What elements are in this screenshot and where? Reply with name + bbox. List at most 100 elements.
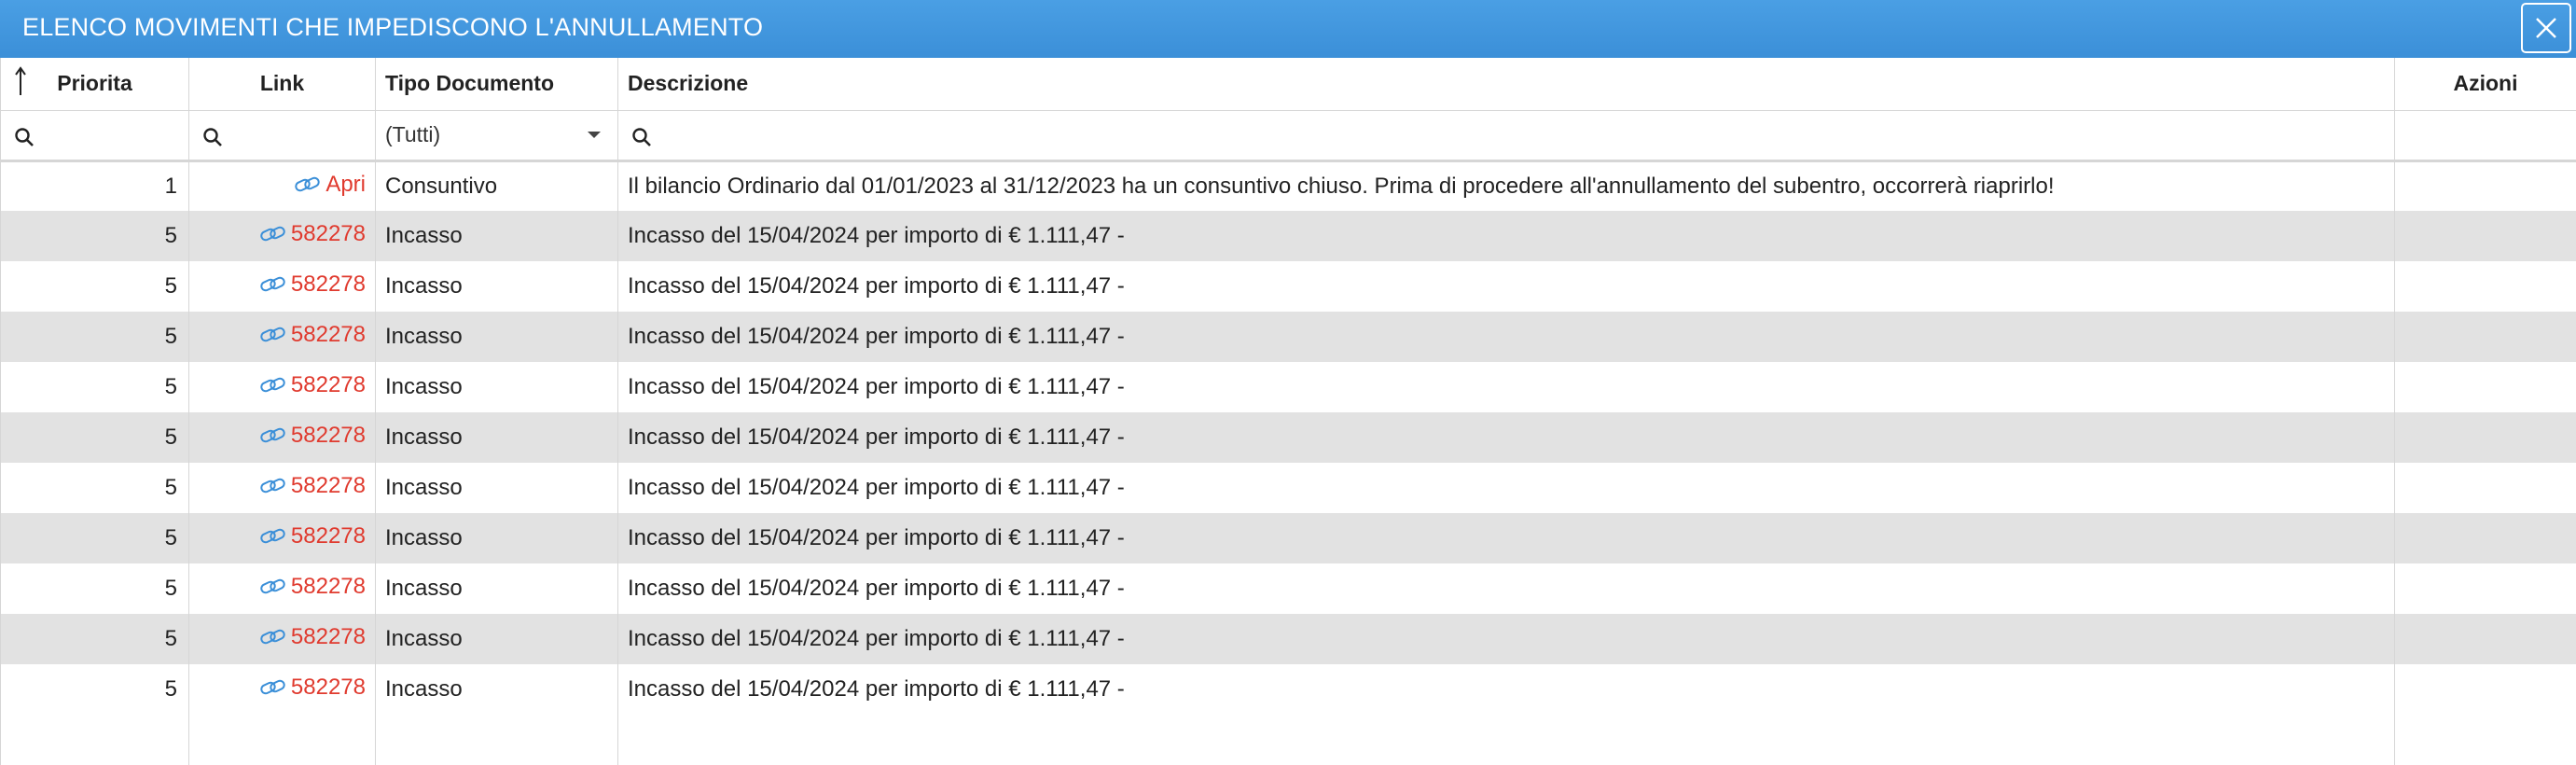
cell-descrizione: Incasso del 15/04/2024 per importo di € … — [618, 513, 2395, 563]
empty-cell — [2395, 715, 2576, 765]
cell-link: 582278 — [189, 664, 376, 715]
movements-grid: Priorita Link Tipo Documento Descrizione… — [0, 58, 2576, 737]
close-button[interactable] — [2521, 3, 2571, 53]
document-link-label[interactable]: 582278 — [291, 322, 366, 348]
cell-link: 582278 — [189, 312, 376, 362]
cell-tipo-documento: Incasso — [376, 362, 618, 412]
document-link[interactable]: 582278 — [259, 423, 366, 449]
link-icon[interactable] — [259, 274, 287, 295]
document-link-label[interactable]: 582278 — [291, 574, 366, 600]
document-link-label[interactable]: Apri — [325, 172, 366, 198]
document-link[interactable]: 582278 — [259, 372, 366, 398]
cell-descrizione: Incasso del 15/04/2024 per importo di € … — [618, 211, 2395, 261]
cell-descrizione: Il bilancio Ordinario dal 01/01/2023 al … — [618, 160, 2395, 211]
table-row[interactable]: 5 582278 Incasso Incasso del 15/04/2024 … — [1, 312, 2576, 362]
table-row[interactable]: 5 582278 Incasso Incasso del 15/04/2024 … — [1, 463, 2576, 513]
cell-priorita: 5 — [1, 513, 189, 563]
empty-cell — [376, 715, 618, 765]
column-label-azioni: Azioni — [2454, 71, 2518, 95]
cell-link: 582278 — [189, 211, 376, 261]
column-header-priorita[interactable]: Priorita — [1, 58, 189, 110]
table-row[interactable]: 5 582278 Incasso Incasso del 15/04/2024 … — [1, 614, 2576, 664]
link-icon[interactable] — [259, 325, 287, 345]
document-link[interactable]: 582278 — [259, 221, 366, 247]
cell-tipo-documento: Incasso — [376, 614, 618, 664]
cell-link: 582278 — [189, 412, 376, 463]
link-icon[interactable] — [259, 425, 287, 446]
document-link-label[interactable]: 582278 — [291, 624, 366, 650]
document-link-label[interactable]: 582278 — [291, 271, 366, 298]
column-header-azioni: Azioni — [2395, 58, 2576, 110]
link-icon[interactable] — [259, 577, 287, 597]
document-link-label[interactable]: 582278 — [291, 523, 366, 549]
document-link[interactable]: 582278 — [259, 271, 366, 298]
cell-descrizione: Incasso del 15/04/2024 per importo di € … — [618, 312, 2395, 362]
document-link-label[interactable]: 582278 — [291, 221, 366, 247]
filter-link[interactable] — [189, 110, 376, 160]
document-link[interactable]: 582278 — [259, 523, 366, 549]
filter-descrizione[interactable] — [618, 110, 2395, 160]
cell-link: 582278 — [189, 463, 376, 513]
cell-azioni — [2395, 664, 2576, 715]
document-link[interactable]: 582278 — [259, 624, 366, 650]
document-link-label[interactable]: 582278 — [291, 473, 366, 499]
table-row[interactable]: 5 582278 Incasso Incasso del 15/04/2024 … — [1, 664, 2576, 715]
chevron-down-icon[interactable] — [588, 132, 601, 138]
cell-descrizione: Incasso del 15/04/2024 per importo di € … — [618, 463, 2395, 513]
column-header-tipo-documento[interactable]: Tipo Documento — [376, 58, 618, 110]
cell-priorita: 5 — [1, 312, 189, 362]
filter-tipo-documento-value: (Tutti) — [385, 122, 440, 147]
empty-cell — [618, 715, 2395, 765]
cell-descrizione: Incasso del 15/04/2024 per importo di € … — [618, 664, 2395, 715]
cell-priorita: 5 — [1, 664, 189, 715]
cell-priorita: 1 — [1, 160, 189, 211]
table-row[interactable]: 5 582278 Incasso Incasso del 15/04/2024 … — [1, 563, 2576, 614]
sort-ascending-icon[interactable] — [14, 65, 27, 97]
link-icon[interactable] — [259, 476, 287, 496]
document-link[interactable]: 582278 — [259, 574, 366, 600]
table-row[interactable]: 5 582278 Incasso Incasso del 15/04/2024 … — [1, 261, 2576, 312]
cell-azioni — [2395, 312, 2576, 362]
link-icon[interactable] — [294, 174, 322, 195]
document-link-label[interactable]: 582278 — [291, 372, 366, 398]
column-header-link[interactable]: Link — [189, 58, 376, 110]
document-link[interactable]: 582278 — [259, 322, 366, 348]
filter-priorita[interactable] — [1, 110, 189, 160]
dialog-titlebar: ELENCO MOVIMENTI CHE IMPEDISCONO L'ANNUL… — [0, 0, 2576, 58]
table-row[interactable]: 5 582278 Incasso Incasso del 15/04/2024 … — [1, 412, 2576, 463]
cell-tipo-documento: Incasso — [376, 513, 618, 563]
table-row[interactable]: 5 582278 Incasso Incasso del 15/04/2024 … — [1, 211, 2576, 261]
table-row[interactable]: 1 Apri Consuntivo Il bilancio Ordinario … — [1, 160, 2576, 211]
cell-priorita: 5 — [1, 211, 189, 261]
filter-tipo-documento-select[interactable]: (Tutti) — [376, 110, 618, 160]
link-icon[interactable] — [259, 677, 287, 698]
link-icon[interactable] — [259, 224, 287, 244]
cell-tipo-documento: Incasso — [376, 412, 618, 463]
link-icon[interactable] — [259, 375, 287, 396]
column-header-descrizione[interactable]: Descrizione — [618, 58, 2395, 110]
cell-link: 582278 — [189, 563, 376, 614]
cell-azioni — [2395, 211, 2576, 261]
link-icon[interactable] — [259, 627, 287, 647]
table-row[interactable]: 5 582278 Incasso Incasso del 15/04/2024 … — [1, 362, 2576, 412]
cell-link: 582278 — [189, 362, 376, 412]
cell-priorita: 5 — [1, 261, 189, 312]
document-link-label[interactable]: 582278 — [291, 675, 366, 701]
document-link-label[interactable]: 582278 — [291, 423, 366, 449]
cell-tipo-documento: Incasso — [376, 463, 618, 513]
link-icon[interactable] — [259, 526, 287, 547]
document-link[interactable]: 582278 — [259, 675, 366, 701]
cell-tipo-documento: Incasso — [376, 563, 618, 614]
document-link[interactable]: 582278 — [259, 473, 366, 499]
cell-azioni — [2395, 463, 2576, 513]
table-row[interactable]: 5 582278 Incasso Incasso del 15/04/2024 … — [1, 513, 2576, 563]
cell-azioni — [2395, 412, 2576, 463]
document-link[interactable]: Apri — [294, 172, 366, 198]
cell-azioni — [2395, 362, 2576, 412]
cell-priorita: 5 — [1, 463, 189, 513]
cell-priorita: 5 — [1, 563, 189, 614]
cell-tipo-documento: Incasso — [376, 211, 618, 261]
search-icon — [14, 127, 35, 147]
cell-tipo-documento: Incasso — [376, 312, 618, 362]
cell-link: 582278 — [189, 513, 376, 563]
